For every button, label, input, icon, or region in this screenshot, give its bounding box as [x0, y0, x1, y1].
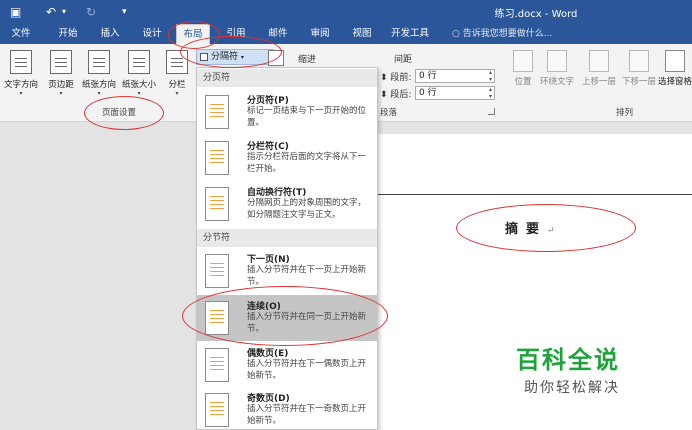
- paragraph-dialog-launcher-icon[interactable]: [488, 108, 495, 115]
- spinner-icon[interactable]: ▴ ▾: [489, 86, 492, 100]
- menu-item-page-break[interactable]: 分页符(P) 标记一页结束与下一页开始的位置。: [197, 89, 377, 135]
- chevron-down-icon: ▾: [19, 90, 23, 97]
- ribbon-tabs: 文件 开始 插入 设计 布局 引用 邮件 审阅 视图 开发工具 ○ 告诉我您想要…: [0, 24, 692, 44]
- indent-label: 缩进: [298, 55, 317, 65]
- annotation-ellipse-abstract: [456, 204, 636, 252]
- next-page-icon: [205, 254, 229, 288]
- breaks-dropdown-menu: 分页符 分页符(P) 标记一页结束与下一页开始的位置。 分栏符(C) 指示分栏符…: [196, 67, 378, 430]
- selection-pane-label: 选择窗格: [657, 77, 692, 87]
- column-break-icon: [205, 141, 229, 175]
- tab-home[interactable]: 开始: [52, 24, 84, 44]
- orientation-icon: [88, 50, 110, 74]
- spacing-before-text: 段前:: [390, 73, 412, 83]
- text-wrapping-break-icon: [205, 187, 229, 221]
- wrap-text-button[interactable]: 环绕文字: [540, 50, 574, 98]
- text-direction-icon: [10, 50, 32, 74]
- tab-developer[interactable]: 开发工具: [386, 24, 434, 44]
- tab-insert[interactable]: 插入: [94, 24, 126, 44]
- page-breaks-header: 分页符: [197, 69, 377, 87]
- odd-page-icon: [205, 393, 229, 427]
- position-icon: [513, 50, 533, 72]
- window-title: 练习.docx - Word: [494, 9, 578, 20]
- spacing-after-value: 0 行: [419, 88, 437, 98]
- lightbulb-icon: ○: [452, 29, 460, 39]
- spacing-after-input[interactable]: 0 行 ▴ ▾: [415, 86, 495, 100]
- size-button[interactable]: 纸张大小 ▾: [122, 48, 156, 102]
- spacing-before-label: ⬍ 段前:: [380, 73, 412, 83]
- arrange-group-label: 排列: [616, 108, 634, 118]
- send-backward-button[interactable]: 下移一层: [622, 50, 656, 98]
- selection-pane-icon: [665, 50, 685, 72]
- menu-item-desc: 分隔网页上的对象周围的文字，如分隔题注文字与正文。: [247, 198, 367, 220]
- menu-item-desc: 插入分节符并在下一页上开始新节。: [247, 265, 367, 287]
- bring-forward-icon: [589, 50, 609, 72]
- text-direction-button[interactable]: 文字方向 ▾: [4, 48, 38, 102]
- tab-review[interactable]: 审阅: [304, 24, 336, 44]
- spacing-after-text: 段后:: [390, 90, 412, 100]
- tab-design[interactable]: 设计: [136, 24, 168, 44]
- spacing-before-input[interactable]: 0 行 ▴ ▾: [415, 69, 495, 83]
- annotation-ellipse-breaks: [180, 36, 282, 68]
- page-break-icon: [205, 95, 229, 129]
- menu-item-even-page[interactable]: 偶数页(E) 插入分节符并在下一偶数页上开始新节。: [197, 342, 377, 388]
- wrap-text-icon: [547, 50, 567, 72]
- section-breaks-header: 分节符: [197, 229, 377, 247]
- spacing-after-label: ⬍ 段后:: [380, 90, 412, 100]
- even-page-icon: [205, 348, 229, 382]
- bring-forward-button[interactable]: 上移一层: [582, 50, 616, 98]
- margins-button[interactable]: 页边距 ▾: [46, 48, 76, 102]
- title-bar: ▣ ↶ ▾ ↻ ▾ 练习.docx - Word: [0, 0, 692, 24]
- menu-item-column-break[interactable]: 分栏符(C) 指示分栏符后面的文字将从下一栏开始。: [197, 135, 377, 181]
- menu-item-desc: 标记一页结束与下一页开始的位置。: [247, 106, 367, 128]
- annotation-ellipse-continuous: [182, 286, 388, 346]
- chevron-down-icon: ▾: [175, 90, 179, 97]
- menu-item-desc: 指示分栏符后面的文字将从下一栏开始。: [247, 152, 367, 174]
- spacing-before-value: 0 行: [419, 71, 437, 81]
- watermark-subtitle: 助你轻松解决: [524, 380, 620, 396]
- menu-item-desc: 插入分节符并在下一偶数页上开始新节。: [247, 359, 367, 381]
- tell-me-box[interactable]: ○ 告诉我您想要做什么...: [452, 24, 552, 44]
- tab-view[interactable]: 视图: [346, 24, 378, 44]
- chevron-down-icon: ▾: [97, 90, 101, 97]
- chevron-down-icon: ▾: [59, 90, 63, 97]
- paragraph-group-label: 段落: [380, 108, 398, 118]
- orientation-button[interactable]: 纸张方向 ▾: [82, 48, 116, 102]
- tab-file[interactable]: 文件: [6, 24, 36, 44]
- paper-size-icon: [128, 50, 150, 74]
- menu-item-desc: 插入分节符并在下一奇数页上开始新节。: [247, 404, 367, 426]
- menu-item-text-wrapping-break[interactable]: 自动换行符(T) 分隔网页上的对象周围的文字，如分隔题注文字与正文。: [197, 181, 377, 227]
- margins-icon: [50, 50, 72, 74]
- spinner-icon[interactable]: ▴ ▾: [489, 69, 492, 83]
- position-button[interactable]: 位置: [508, 50, 538, 98]
- tell-me-text: 告诉我您想要做什么...: [462, 29, 553, 39]
- columns-label: 分栏: [168, 80, 186, 90]
- selection-pane-button[interactable]: 选择窗格: [658, 50, 692, 98]
- menu-item-odd-page[interactable]: 奇数页(D) 插入分节符并在下一奇数页上开始新节。: [197, 387, 377, 429]
- spacing-label: 间距: [394, 55, 413, 65]
- page-separator-line: [378, 194, 692, 195]
- annotation-ellipse-page-setup: [84, 96, 164, 130]
- watermark-title: 百科全说: [516, 346, 620, 374]
- send-backward-icon: [629, 50, 649, 72]
